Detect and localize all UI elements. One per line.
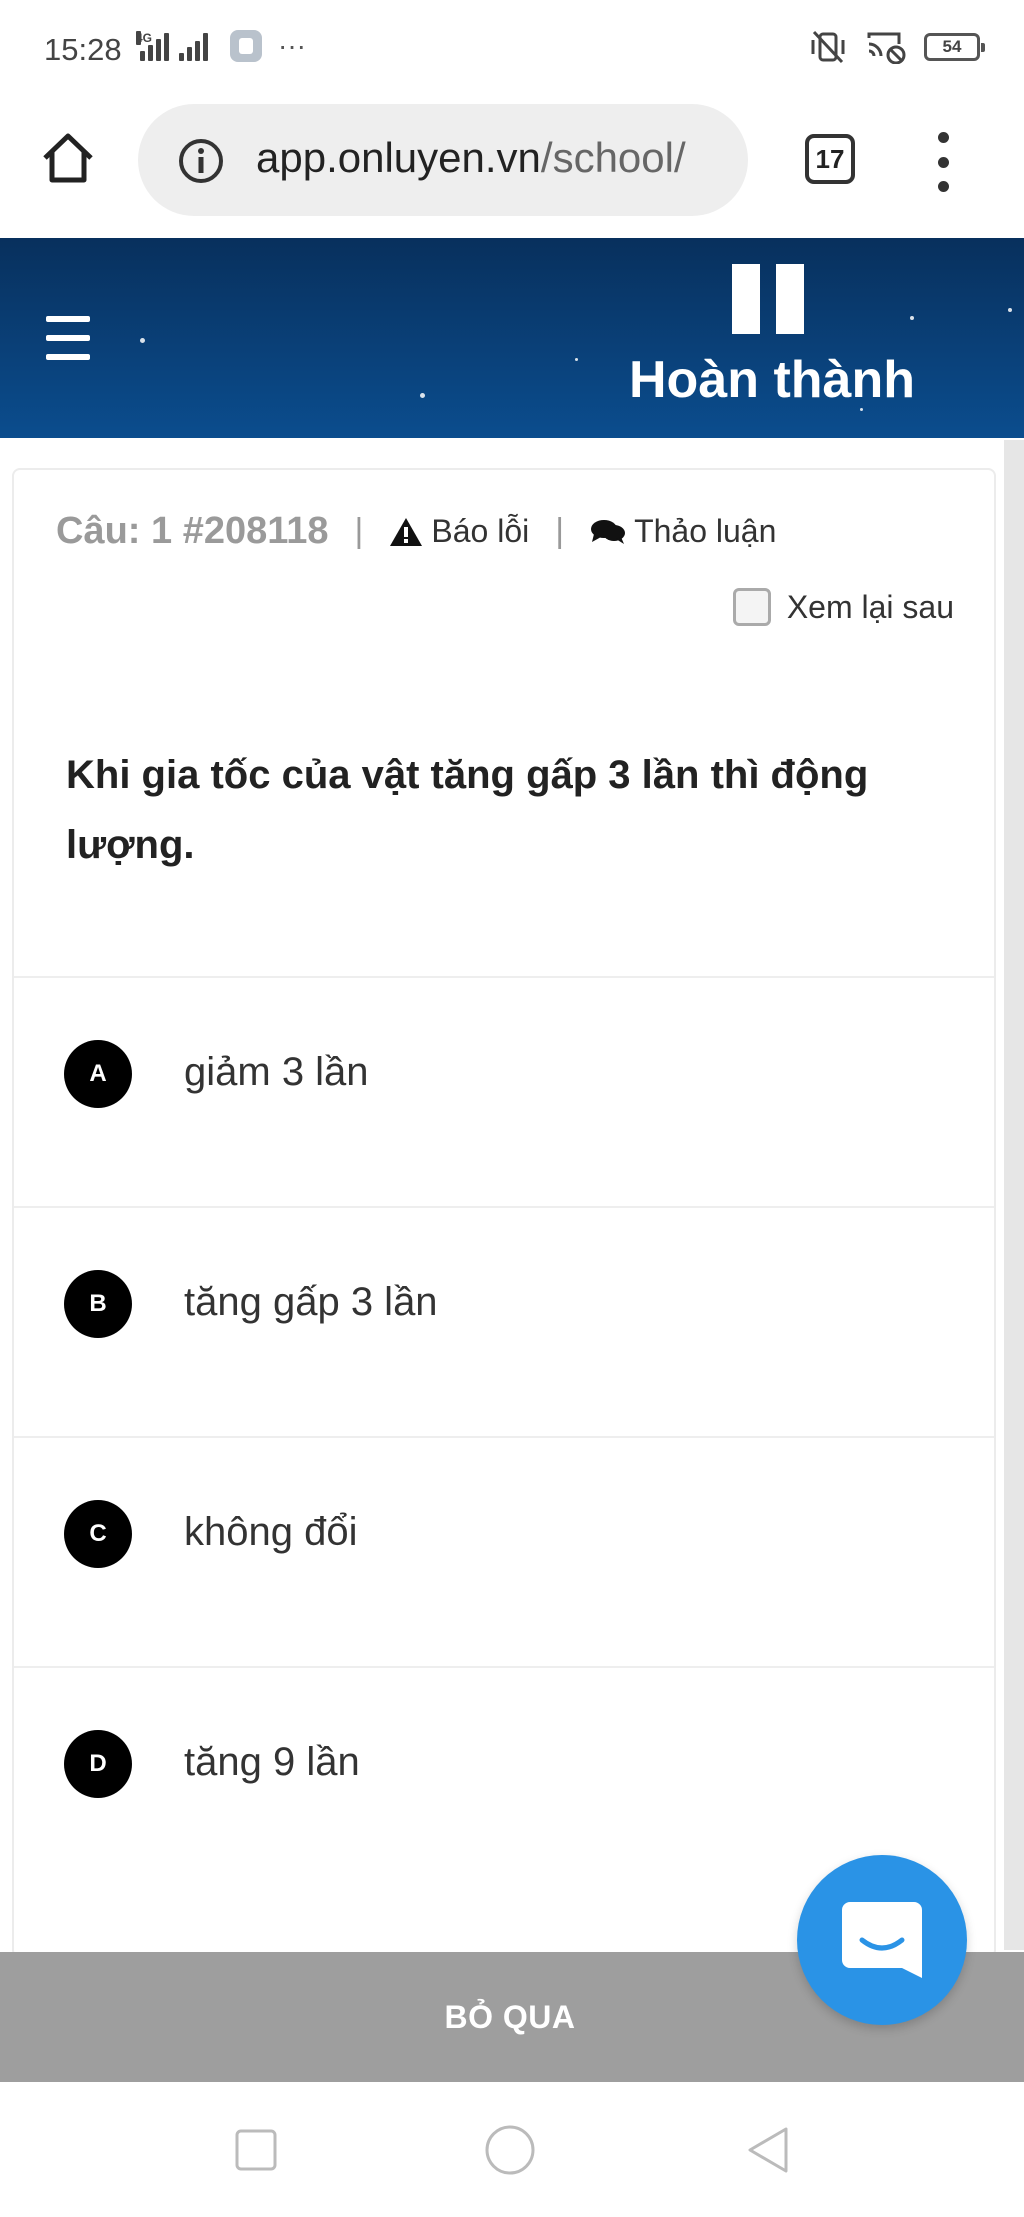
report-error-link[interactable]: Báo lỗi (389, 513, 529, 550)
answer-text: không đổi (184, 1510, 358, 1554)
vibrate-off-icon (811, 30, 845, 64)
question-number: Câu: 1 #208118 (56, 510, 329, 552)
tab-switcher-button[interactable]: 17 (805, 134, 855, 184)
header-star (420, 393, 425, 398)
signal-icon (179, 31, 208, 61)
answer-letter: A (64, 1040, 132, 1108)
network-type: 4G (136, 31, 153, 45)
header-star (140, 338, 145, 343)
url-host: app.onluyen.vn (256, 134, 541, 181)
status-bar: 15:28 4G ··· 54 (0, 0, 1024, 96)
app-header: Hoàn thành (0, 238, 1024, 438)
cast-off-icon (867, 32, 906, 64)
system-nav-bar (0, 2082, 1024, 2217)
separator: | (555, 512, 565, 550)
answer-letter: C (64, 1500, 132, 1568)
home-button[interactable] (36, 126, 100, 190)
answer-text: giảm 3 lần (184, 1050, 369, 1094)
discussion-link[interactable]: Thảo luận (590, 513, 776, 550)
review-later-label: Xem lại sau (786, 588, 954, 625)
more-vert-icon[interactable] (928, 132, 958, 192)
report-error-label: Báo lỗi (431, 513, 530, 549)
answer-letter: D (64, 1730, 132, 1798)
discussion-label: Thảo luận (634, 513, 777, 549)
header-star (1008, 308, 1012, 312)
back-button[interactable] (742, 2124, 794, 2176)
answer-option-b[interactable]: B tăng gấp 3 lần (14, 1206, 994, 1436)
separator: | (354, 512, 364, 550)
question-meta: Câu: 1 #208118 | Báo lỗi | Thảo luận (56, 510, 776, 553)
warning-icon (390, 517, 423, 546)
url-path: /school/ (540, 134, 686, 181)
answer-option-a[interactable]: A giảm 3 lần (14, 976, 994, 1206)
hamburger-icon[interactable] (46, 316, 90, 360)
more-notifications-icon: ··· (278, 30, 306, 61)
home-nav-button[interactable] (484, 2124, 536, 2176)
header-star (910, 316, 914, 320)
info-icon[interactable] (178, 138, 224, 184)
notification-app-icon (230, 30, 262, 62)
answer-text: tăng gấp 3 lần (184, 1280, 438, 1324)
recent-apps-button[interactable] (230, 2124, 282, 2176)
status-left-icons: 4G ··· (136, 30, 306, 62)
question-text: Khi gia tốc của vật tăng gấp 3 lần thì đ… (66, 753, 869, 867)
pause-icon[interactable] (732, 264, 804, 334)
status-time: 15:28 (44, 32, 122, 67)
answer-letter: B (64, 1270, 132, 1338)
browser-toolbar: app.onluyen.vn/school/ 17 (0, 96, 1024, 238)
home-icon (43, 133, 93, 183)
signal-4g-icon: 4G (136, 31, 169, 61)
status-right-icons: 54 (808, 30, 985, 64)
answer-option-c[interactable]: C không đổi (14, 1436, 994, 1666)
triangle-back-icon (748, 2127, 788, 2173)
url-text: app.onluyen.vn/school/ (256, 134, 686, 182)
square-icon (235, 2129, 277, 2171)
header-star (575, 358, 578, 361)
address-bar[interactable]: app.onluyen.vn/school/ (138, 104, 748, 216)
battery-icon: 54 (924, 33, 985, 61)
circle-icon (485, 2125, 535, 2175)
chat-icon (842, 1902, 922, 1978)
review-later-checkbox[interactable] (732, 588, 771, 626)
scrollbar[interactable] (1004, 440, 1024, 1950)
question-card: Câu: 1 #208118 | Báo lỗi | Thảo luận Xem… (12, 468, 996, 1958)
review-later-toggle[interactable]: Xem lại sau (732, 588, 954, 626)
chat-launcher-button[interactable] (797, 1855, 967, 2025)
finish-button[interactable]: Hoàn thành (612, 350, 932, 410)
answer-text: tăng 9 lần (184, 1740, 360, 1784)
comments-icon (591, 519, 626, 544)
